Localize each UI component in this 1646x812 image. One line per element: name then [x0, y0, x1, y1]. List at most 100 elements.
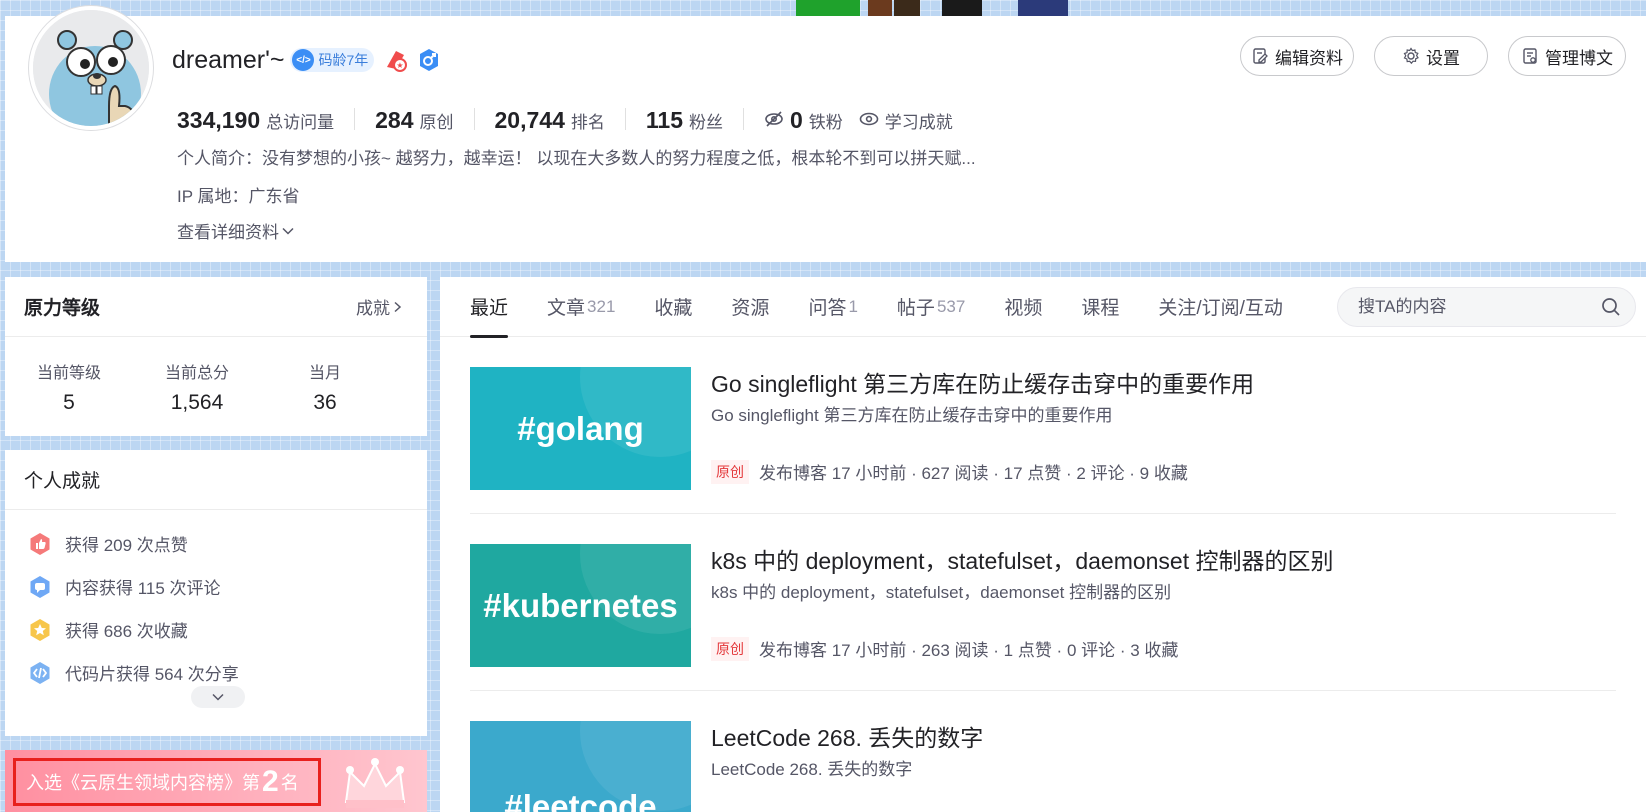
achievement-item: 获得 209 次点赞 [5, 522, 427, 565]
achievement-item: 内容获得 115 次评论 [5, 565, 427, 608]
article-summary: k8s 中的 deployment，statefulset，daemonset … [711, 583, 1172, 602]
stat-number: 284 [375, 107, 414, 133]
tab-articles[interactable]: 文章 321 [547, 277, 615, 337]
stat-iron-fans[interactable]: 0 铁粉 [764, 108, 843, 132]
comment-icon [30, 575, 50, 598]
achievement-text: 获得 686 次收藏 [65, 622, 188, 641]
stat-total-visits[interactable]: 334,190 总访问量 [177, 108, 356, 132]
article-item[interactable]: #leetcode LeetCode 268. 丢失的数字 LeetCode 2… [470, 691, 1616, 812]
tab-label: 视频 [1004, 298, 1043, 319]
article-summary: Go singleflight 第三方库在防止缓存击穿中的重要作用 [711, 406, 1113, 425]
article-meta: 原创 发布博客 17 小时前 · 263 阅读 · 1 点赞 · 0 评论 · … [711, 636, 1178, 661]
article-thumbnail[interactable]: #kubernetes [470, 544, 691, 667]
tab-label: 最近 [470, 298, 509, 319]
stat-label: 排名 [570, 113, 605, 132]
level-card-title: 原力等级 [24, 298, 101, 319]
article-thumbnail[interactable]: #golang [470, 367, 691, 490]
achievements-link[interactable]: 成就 [356, 294, 404, 319]
banner-pixel-art [790, 0, 1120, 16]
profile-card: dreamer'~ </> 码龄7年 ★ 334,190 总访问量 284 原创… [5, 6, 1646, 262]
article-meta-text: 发布博客 17 小时前 · 627 阅读 · 17 点赞 · 2 评论 · 9 … [759, 464, 1188, 483]
edit-profile-button[interactable]: 编辑资料 [1240, 36, 1354, 76]
red-medal-icon[interactable]: ★ [382, 47, 408, 73]
thumbnail-tag: #kubernetes [483, 586, 678, 624]
view-details-link[interactable]: 查看详细资料 [177, 218, 295, 243]
thumb-up-icon [30, 532, 50, 555]
blue-gender-badge-icon[interactable] [416, 47, 442, 73]
stat-fans[interactable]: 115 粉丝 [645, 107, 744, 133]
article-meta-text: 发布博客 17 小时前 · 263 阅读 · 1 点赞 · 0 评论 · 3 收… [759, 641, 1179, 660]
username: dreamer'~ [172, 45, 285, 74]
chevron-down-icon [212, 693, 224, 701]
tab-count: 537 [936, 296, 966, 316]
tab-follow-subscribe[interactable]: 关注/订阅/互动 [1158, 277, 1283, 337]
article-meta: 原创 发布博客 17 小时前 · 627 阅读 · 17 点赞 · 2 评论 ·… [711, 459, 1188, 484]
learning-achievement-label: 学习成就 [884, 113, 953, 132]
search-input[interactable] [1358, 297, 1601, 317]
current-total-score: 当前总分 1,564 [133, 359, 261, 415]
article-title[interactable]: k8s 中的 deployment，statefulset，daemonset … [711, 542, 1334, 576]
stat-original[interactable]: 284 原创 [375, 107, 475, 133]
main-content: 最近 文章 321 收藏 资源 问答 1 帖子 537 视频 课程 关注/订阅/… [440, 277, 1646, 812]
original-badge: 原创 [711, 636, 749, 661]
code-icon [30, 661, 50, 684]
level-stat-label: 当月 [308, 365, 341, 382]
edit-doc-icon [1253, 48, 1268, 64]
level-stat-value: 1,564 [170, 391, 224, 414]
stat-number: 115 [645, 107, 683, 133]
edit-profile-label: 编辑资料 [1275, 48, 1343, 68]
settings-button[interactable]: 设置 [1374, 36, 1488, 76]
tab-count: 321 [587, 296, 616, 316]
ranking-suffix: 名 [280, 773, 299, 793]
tab-recent[interactable]: 最近 [470, 277, 509, 338]
ip-location: IP 属地：广东省 [177, 187, 300, 206]
achievements-title: 个人成就 [5, 450, 427, 510]
manage-posts-label: 管理博文 [1545, 48, 1613, 68]
search-icon[interactable] [1601, 297, 1621, 317]
code-badge-icon: </> [292, 49, 315, 71]
ranking-number: 2 [262, 765, 279, 798]
manage-posts-button[interactable]: 管理博文 [1508, 36, 1626, 76]
level-stat-label: 当前总分 [164, 365, 229, 382]
tab-resources[interactable]: 资源 [731, 277, 769, 337]
settings-label: 设置 [1426, 48, 1460, 68]
tab-label: 文章 [547, 298, 586, 319]
tab-posts[interactable]: 帖子 537 [897, 277, 965, 337]
stat-label: 铁粉 [808, 113, 843, 132]
code-age-badge: </> 码龄7年 [290, 48, 375, 72]
article-summary: LeetCode 268. 丢失的数字 [711, 760, 913, 779]
chevron-right-icon [394, 301, 402, 312]
achievement-text: 获得 209 次点赞 [65, 536, 188, 555]
force-level-card: 原力等级 成就 当前等级 5 当前总分 1,564 当月 36 [5, 277, 427, 436]
tab-label: 关注/订阅/互动 [1158, 298, 1283, 319]
article-item[interactable]: #golang Go singleflight 第三方库在防止缓存击穿中的重要作… [470, 337, 1616, 514]
stat-number: 20,744 [494, 107, 565, 133]
avatar[interactable] [29, 6, 153, 130]
ranking-prefix: 入选《云原生领域内容榜》第 [26, 773, 260, 793]
profile-actions: 编辑资料 设置 管理博文 [1220, 36, 1626, 76]
tab-label: 资源 [731, 298, 770, 319]
level-stat-label: 当前等级 [36, 365, 101, 382]
personal-achievements-card: 个人成就 获得 209 次点赞 内容获得 115 次评论 获得 686 次收藏 [5, 450, 427, 736]
achievements-link-label: 成就 [356, 299, 390, 318]
achievement-item: 获得 686 次收藏 [5, 608, 427, 651]
view-details-label: 查看详细资料 [177, 223, 279, 242]
tab-videos[interactable]: 视频 [1004, 277, 1042, 337]
learning-achievement-link[interactable]: 学习成就 [859, 108, 953, 132]
profile-stats: 334,190 总访问量 284 原创 20,744 排名 115 粉丝 0 铁… [177, 104, 969, 134]
stat-label: 总访问量 [266, 113, 335, 132]
tab-favorites[interactable]: 收藏 [654, 277, 692, 337]
article-title[interactable]: Go singleflight 第三方库在防止缓存击穿中的重要作用 [711, 365, 1254, 399]
achievement-text: 代码片获得 564 次分享 [65, 665, 239, 684]
article-thumbnail[interactable]: #leetcode [470, 721, 691, 812]
article-title[interactable]: LeetCode 268. 丢失的数字 [711, 719, 983, 753]
thumbnail-tag: #golang [517, 409, 644, 447]
code-age-text: 码龄7年 [318, 52, 369, 68]
article-item[interactable]: #kubernetes k8s 中的 deployment，statefulse… [470, 514, 1616, 691]
tab-qa[interactable]: 问答 1 [808, 277, 857, 337]
ranking-banner[interactable]: 入选《云原生领域内容榜》第 2 名 [5, 750, 427, 812]
expand-achievements-button[interactable] [191, 686, 245, 708]
eye-icon [859, 112, 879, 126]
stat-rank[interactable]: 20,744 排名 [494, 107, 626, 133]
tab-courses[interactable]: 课程 [1081, 277, 1119, 337]
